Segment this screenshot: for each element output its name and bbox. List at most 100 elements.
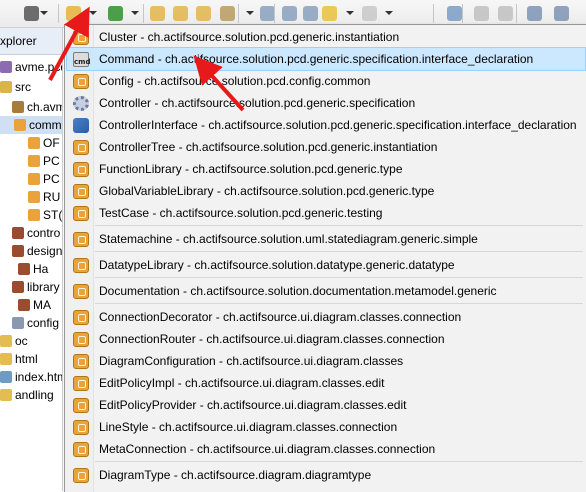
dropdown-icon[interactable] — [131, 11, 139, 15]
wand-icon[interactable] — [220, 6, 235, 21]
menu-item[interactable]: EditPolicyImpl - ch.actifsource.ui.diagr… — [67, 372, 585, 394]
tree-item[interactable]: avme.pcd.se — [0, 58, 62, 76]
dropdown-icon[interactable] — [89, 11, 97, 15]
menu-item[interactable]: LineStyle - ch.actifsource.ui.diagram.cl… — [67, 416, 585, 438]
redo-icon[interactable] — [498, 6, 513, 21]
back-icon[interactable] — [322, 6, 337, 21]
tree-item[interactable]: RU — [28, 188, 60, 206]
new-resource-icon[interactable] — [66, 6, 81, 21]
layout-icon[interactable] — [527, 6, 542, 21]
tree-item[interactable]: PC — [28, 170, 60, 188]
menu-item[interactable]: DatatypeLibrary - ch.actifsource.solutio… — [67, 254, 585, 276]
menu-item[interactable]: Statemachine - ch.actifsource.solution.u… — [67, 228, 585, 250]
toolbar-separator — [516, 4, 517, 23]
menu-item[interactable]: TestCase - ch.actifsource.solution.pcd.g… — [67, 202, 585, 224]
explorer-tab[interactable]: xplorer — [0, 28, 62, 55]
tree-item[interactable]: andling — [0, 386, 54, 404]
tree-item-label: library — [27, 280, 60, 294]
tree-item[interactable]: contro — [12, 224, 60, 242]
class-icon — [28, 191, 40, 203]
last-edit-icon[interactable] — [303, 6, 318, 21]
dropdown-icon[interactable] — [246, 11, 254, 15]
class-icon — [28, 173, 40, 185]
run-icon[interactable] — [108, 6, 123, 21]
component-icon — [12, 281, 24, 293]
tree-item-label: ST( — [43, 208, 63, 222]
menu-item-label: DiagramType - ch.actifsource.diagram.dia… — [99, 468, 372, 482]
tree-item[interactable]: index.htm — [0, 368, 62, 386]
tree-item[interactable]: OF — [28, 134, 60, 152]
menu-item[interactable]: Cluster - ch.actifsource.solution.pcd.ge… — [67, 26, 585, 48]
class-icon — [28, 155, 40, 167]
menu-item[interactable]: DiagramConfiguration - ch.actifsource.ui… — [67, 350, 585, 372]
menu-item[interactable]: MetaConnection - ch.actifsource.ui.diagr… — [67, 438, 585, 460]
menu-item[interactable]: FunctionLibrary - ch.actifsource.solutio… — [67, 158, 585, 180]
menu-item[interactable]: DiagramType - ch.actifsource.diagram.dia… — [67, 464, 585, 486]
menu-item[interactable]: ControllerTree - ch.actifsource.solution… — [67, 136, 585, 158]
tree-item[interactable]: PC — [28, 152, 60, 170]
tree-item-label: andling — [15, 388, 54, 402]
tree-item[interactable]: html — [0, 350, 38, 368]
explorer-tab-label: xplorer — [0, 34, 37, 48]
menu-item-label: ControllerTree - ch.actifsource.solution… — [99, 140, 438, 154]
toolbar-separator — [274, 4, 275, 23]
meta-connection-icon — [73, 442, 89, 457]
component-icon — [12, 227, 24, 239]
menu-item-label: Documentation - ch.actifsource.solution.… — [99, 284, 497, 298]
dropdown-icon[interactable] — [385, 11, 393, 15]
menu-separator — [95, 251, 583, 252]
debug-profile-icon[interactable] — [24, 6, 39, 21]
menu-item[interactable]: ConnectionRouter - ch.actifsource.ui.dia… — [67, 328, 585, 350]
tree-item-label: OF — [43, 136, 60, 150]
toolbar-separator — [433, 4, 434, 23]
undo-icon[interactable] — [474, 6, 489, 21]
tree-item[interactable]: library — [12, 278, 60, 296]
menu-item[interactable]: ControllerInterface - ch.actifsource.sol… — [67, 114, 585, 136]
tree-item[interactable]: Ha — [18, 260, 48, 278]
menu-item[interactable]: Controller - ch.actifsource.solution.pcd… — [67, 92, 585, 114]
controller-tree-icon — [73, 140, 89, 155]
folder-icon — [0, 389, 12, 401]
tree-item[interactable]: MA — [18, 296, 51, 314]
menu-item[interactable]: ConnectionDecorator - ch.actifsource.ui.… — [67, 306, 585, 328]
dropdown-icon[interactable] — [346, 11, 354, 15]
tree-item[interactable]: ch.avme.p — [12, 98, 62, 116]
menu-item-label: Config - ch.actifsource.solution.pcd.con… — [99, 74, 371, 88]
menu-item[interactable]: EditPolicyProvider - ch.actifsource.ui.d… — [67, 394, 585, 416]
next-annotation-icon[interactable] — [260, 6, 275, 21]
tree-item[interactable]: design — [12, 242, 62, 260]
tree-item[interactable]: src — [0, 78, 31, 96]
class-icon — [28, 137, 40, 149]
datatype-library-icon — [73, 258, 89, 273]
open-folder-icon[interactable] — [173, 6, 188, 21]
menu-item[interactable]: cmd Command - ch.actifsource.solution.pcd… — [66, 47, 586, 71]
menu-item-label: Statemachine - ch.actifsource.solution.u… — [99, 232, 478, 246]
tree-item[interactable]: ST( — [28, 206, 62, 224]
dropdown-icon[interactable] — [40, 11, 48, 15]
layout-icon[interactable] — [554, 6, 569, 21]
edit-policy-impl-icon — [73, 376, 89, 391]
tree-item-label: oc — [15, 334, 28, 348]
previous-annotation-icon[interactable] — [282, 6, 297, 21]
menu-separator — [95, 461, 583, 462]
menu-item[interactable]: GlobalVariableLibrary - ch.actifsource.s… — [67, 180, 585, 202]
diagram-type-icon — [73, 468, 89, 483]
tree-item[interactable]: config — [12, 314, 59, 332]
tree-item[interactable]: oc — [0, 332, 28, 350]
forward-icon[interactable] — [362, 6, 377, 21]
connection-router-icon — [73, 332, 89, 347]
toolbar-separator — [462, 4, 463, 23]
class-icon — [14, 119, 26, 131]
open-folder-icon[interactable] — [196, 6, 211, 21]
line-style-icon — [73, 420, 89, 435]
menu-item[interactable]: Config - ch.actifsource.solution.pcd.con… — [67, 70, 585, 92]
open-folder-icon[interactable] — [150, 6, 165, 21]
tree-item-label: config — [27, 316, 60, 330]
tree-item-label: avme.pcd.se — [15, 60, 62, 74]
menu-item[interactable]: Documentation - ch.actifsource.solution.… — [67, 280, 585, 302]
tree-item-label: MA — [33, 298, 51, 312]
maximize-icon[interactable] — [447, 6, 462, 21]
menu-item-label: DatatypeLibrary - ch.actifsource.solutio… — [99, 258, 455, 272]
tree-item[interactable]: comm — [0, 116, 62, 134]
menu-item-label: ControllerInterface - ch.actifsource.sol… — [99, 118, 577, 132]
